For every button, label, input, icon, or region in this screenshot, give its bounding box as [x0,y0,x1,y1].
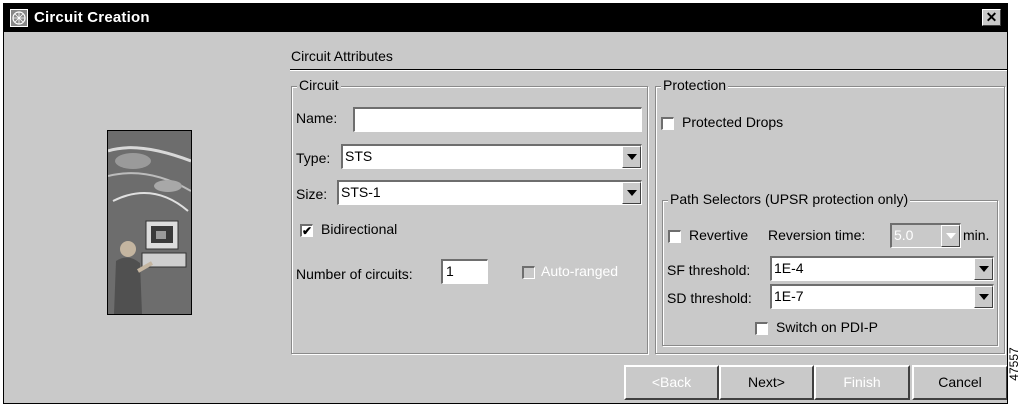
cancel-button[interactable]: Cancel [912,365,1007,400]
type-select[interactable]: STS [341,144,642,169]
size-label: Size: [296,186,328,202]
reversion-time-value: 5.0 [894,227,914,243]
size-select-value: STS-1 [341,184,381,200]
sd-threshold-select[interactable]: 1E-7 [770,284,994,309]
window-title: Circuit Creation [34,9,150,26]
sd-threshold-label: SD threshold: [667,290,752,306]
circuit-creation-dialog: Circuit Creation ✕ Circuit Attributes Ci… [3,3,1008,404]
title-bar[interactable]: Circuit Creation ✕ [4,4,1007,32]
type-select-value: STS [345,148,373,164]
protected-drops-label[interactable]: Protected Drops [682,114,783,130]
chevron-down-icon[interactable] [974,258,993,280]
app-icon [10,9,28,27]
sf-threshold-select[interactable]: 1E-4 [770,256,994,281]
close-button[interactable]: ✕ [982,9,1001,26]
person-at-computer-image [107,130,192,315]
number-of-circuits-field[interactable]: 1 [441,259,488,284]
revertive-checkbox[interactable] [668,230,681,243]
revertive-label[interactable]: Revertive [689,227,748,243]
back-button: <Back [624,365,719,400]
switch-on-pdi-p-checkbox[interactable] [755,322,768,335]
chevron-down-icon[interactable] [974,286,993,308]
switch-on-pdi-p-label[interactable]: Switch on PDI-P [776,319,878,335]
size-select[interactable]: STS-1 [337,180,642,205]
protection-group-title: Protection [661,77,729,93]
auto-ranged-checkbox [522,266,535,279]
reversion-time-select: 5.0 [890,223,961,248]
section-divider [290,69,1007,71]
chevron-down-icon[interactable] [622,146,641,168]
figure-id: 47557 [1007,347,1021,381]
minutes-label: min. [963,227,990,243]
sf-threshold-value: 1E-4 [774,260,804,276]
sf-threshold-label: SF threshold: [667,262,751,278]
name-label: Name: [296,110,338,126]
sd-threshold-value: 1E-7 [774,288,804,304]
type-label: Type: [296,150,331,166]
auto-ranged-label: Auto-ranged [541,263,619,279]
bidirectional-checkbox[interactable]: ✔ [300,224,313,237]
bidirectional-label[interactable]: Bidirectional [321,221,397,237]
reversion-time-label: Reversion time: [768,227,866,243]
circuit-group-title: Circuit [297,77,341,93]
chevron-down-icon [941,225,960,247]
protected-drops-checkbox[interactable] [661,117,674,130]
next-button[interactable]: Next> [719,365,814,400]
finish-button: Finish [814,365,910,400]
chevron-down-icon[interactable] [622,182,641,204]
number-of-circuits-label: Number of circuits: [296,266,413,282]
name-field[interactable] [353,107,642,132]
section-title: Circuit Attributes [291,48,393,64]
path-selectors-title: Path Selectors (UPSR protection only) [668,191,911,207]
